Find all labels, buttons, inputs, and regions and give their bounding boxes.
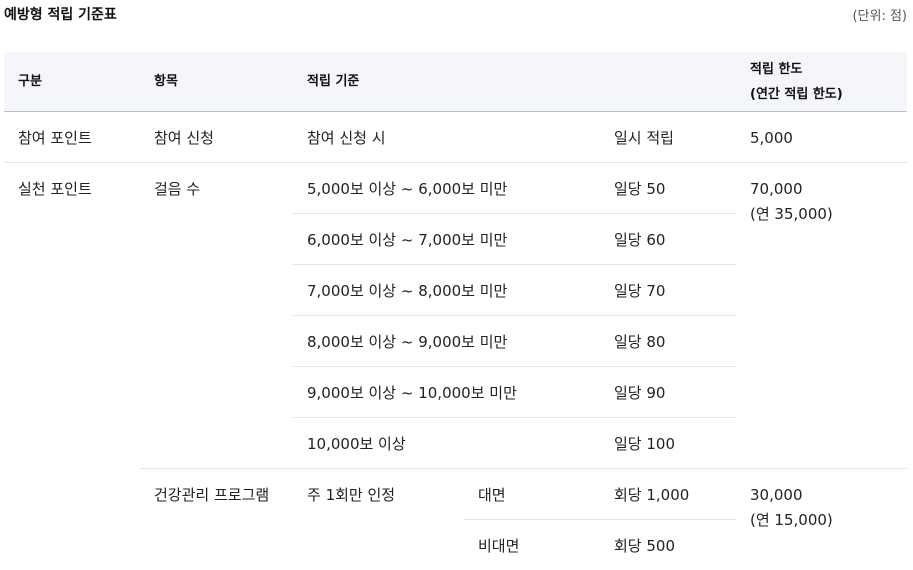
header-criteria: 적립 기준 — [293, 52, 736, 112]
table-row: 참여 포인트 참여 신청 참여 신청 시 일시 적립 5,000 — [4, 112, 907, 163]
cell-points: 일당 100 — [600, 418, 736, 469]
limit-value: 30,000 — [750, 483, 907, 508]
cell-points: 일당 50 — [600, 163, 736, 214]
cell-category: 참여 포인트 — [4, 112, 140, 163]
limit-value: 70,000 — [750, 177, 907, 202]
cell-limit: 70,000 (연 35,000) — [736, 163, 907, 469]
header-limit-line2: (연간 적립 한도) — [750, 82, 907, 107]
cell-item: 참여 신청 — [140, 112, 293, 163]
cell-item: 건강관리 프로그램 — [140, 469, 293, 570]
cell-points: 일당 60 — [600, 214, 736, 265]
cell-limit: 30,000 (연 15,000) — [736, 469, 907, 570]
cell-criteria: 8,000보 이상 ~ 9,000보 미만 — [293, 316, 600, 367]
cell-limit: 5,000 — [736, 112, 907, 163]
cell-criteria: 주 1회만 인정 — [293, 469, 464, 570]
cell-points: 일당 90 — [600, 367, 736, 418]
header-row: 구분 항목 적립 기준 적립 한도 (연간 적립 한도) — [4, 52, 907, 112]
cell-criteria: 9,000보 이상 ~ 10,000보 미만 — [293, 367, 600, 418]
cell-criteria: 6,000보 이상 ~ 7,000보 미만 — [293, 214, 600, 265]
limit-annual: (연 15,000) — [750, 508, 907, 533]
unit-note: (단위: 점) — [852, 5, 907, 24]
cell-points: 회당 500 — [600, 520, 736, 570]
cell-item: 걸음 수 — [140, 163, 293, 469]
cell-points: 일당 80 — [600, 316, 736, 367]
cell-criteria: 7,000보 이상 ~ 8,000보 미만 — [293, 265, 600, 316]
cell-criteria: 10,000보 이상 — [293, 418, 600, 469]
cell-points: 일당 70 — [600, 265, 736, 316]
header-limit: 적립 한도 (연간 적립 한도) — [736, 52, 907, 112]
cell-points: 회당 1,000 — [600, 469, 736, 520]
cell-mode: 대면 — [464, 469, 600, 520]
cell-criteria: 5,000보 이상 ~ 6,000보 미만 — [293, 163, 600, 214]
header-limit-line1: 적립 한도 — [750, 57, 907, 82]
header-item: 항목 — [140, 52, 293, 112]
points-table: 구분 항목 적립 기준 적립 한도 (연간 적립 한도) 참여 포인트 참여 신… — [4, 52, 907, 570]
table-row: 실천 포인트 걸음 수 5,000보 이상 ~ 6,000보 미만 일당 50 … — [4, 163, 907, 214]
cell-category: 실천 포인트 — [4, 163, 140, 570]
cell-criteria: 참여 신청 시 — [293, 112, 600, 163]
limit-annual: (연 35,000) — [750, 202, 907, 227]
cell-points: 일시 적립 — [600, 112, 736, 163]
table-title: 예방형 적립 기준표 — [4, 4, 117, 24]
header-category: 구분 — [4, 52, 140, 112]
cell-mode: 비대면 — [464, 520, 600, 570]
table-row: 건강관리 프로그램 주 1회만 인정 대면 회당 1,000 30,000 (연… — [4, 469, 907, 520]
